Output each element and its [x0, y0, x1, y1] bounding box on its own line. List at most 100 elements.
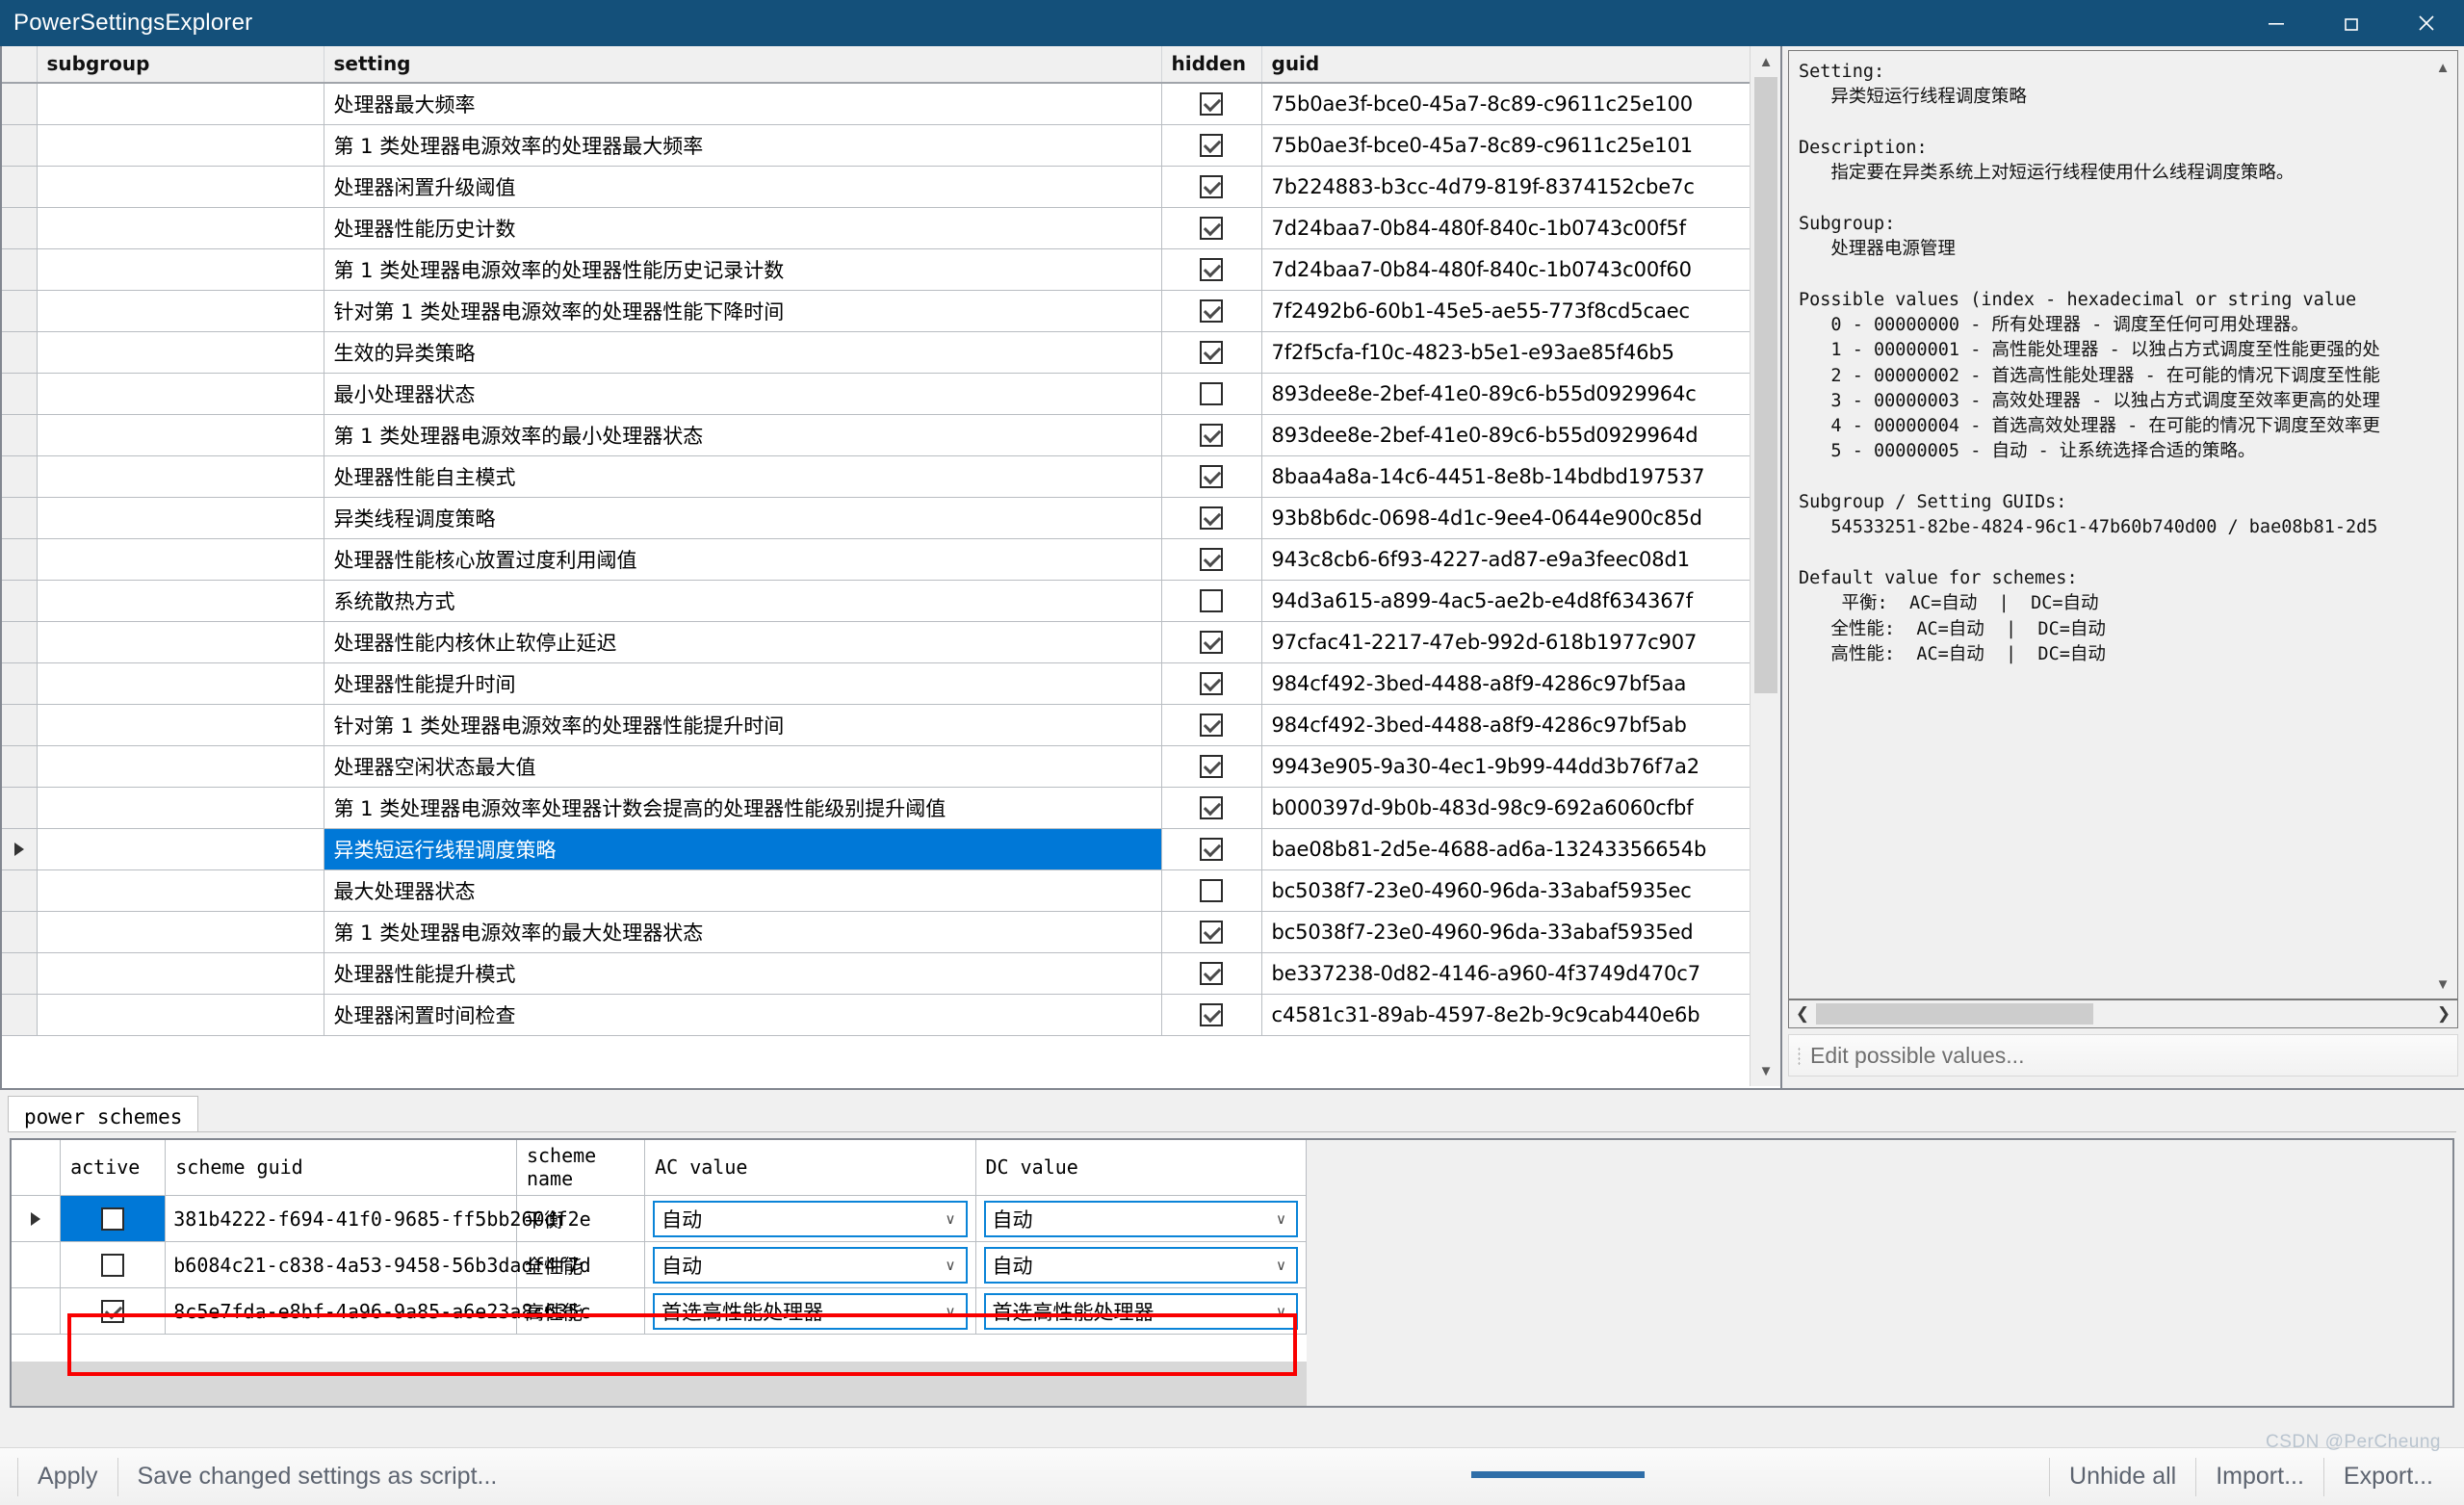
cell-guid[interactable]: be337238-0d82-4146-a960-4f3749d470c7 [1261, 952, 1750, 994]
hidden-checkbox[interactable] [1200, 672, 1223, 695]
settings-row[interactable]: 处理器性能提升模式 be337238-0d82-4146-a960-4f3749d… [2, 952, 1750, 994]
settings-row[interactable]: 处理器最大频率75b0ae3f-bce0-45a7-8c89-c9611c25e… [2, 83, 1750, 124]
cell-subgroup[interactable] [37, 745, 324, 787]
row-selector-cell[interactable] [2, 331, 37, 373]
row-selector-cell[interactable] [2, 869, 37, 911]
cell-subgroup[interactable] [37, 207, 324, 248]
cell-hidden[interactable] [1161, 704, 1261, 745]
cell-subgroup[interactable] [37, 290, 324, 331]
cell-guid[interactable]: bc5038f7-23e0-4960-96da-33abaf5935ed [1261, 911, 1750, 952]
row-selector-cell[interactable] [2, 373, 37, 414]
scheme-ac-cell[interactable]: 首选高性能处理器∨ [645, 1288, 975, 1335]
scheme-row[interactable]: 381b4222-f694-41f0-9685-ff5bb260df2e平衡自动… [12, 1196, 1307, 1242]
settings-row[interactable]: 第 1 类处理器电源效率的处理器性能历史记录计数7d24baa7-0b84-48… [2, 248, 1750, 290]
settings-grid[interactable]: subgroup setting hidden guid 处理器最大频率75b0… [0, 46, 1782, 1090]
settings-row[interactable]: 针对第 1 类处理器电源效率的处理器性能下降时间 7f2492b6-60b1-45… [2, 290, 1750, 331]
cell-setting[interactable]: 处理器最大频率 [324, 83, 1161, 124]
hidden-checkbox[interactable] [1200, 382, 1223, 405]
cell-guid[interactable]: 7f2492b6-60b1-45e5-ae55-773f8cd5caec [1261, 290, 1750, 331]
scheme-ac-cell[interactable]: 自动∨ [645, 1242, 975, 1288]
cell-guid[interactable]: 97cfac41-2217-47eb-992d-618b1977c907 [1261, 621, 1750, 662]
cell-subgroup[interactable] [37, 869, 324, 911]
scheme-ac-cell[interactable]: 自动∨ [645, 1196, 975, 1242]
cell-hidden[interactable] [1161, 745, 1261, 787]
detail-scroll-up-icon[interactable]: ▲ [2429, 52, 2456, 83]
cell-setting[interactable]: 处理器性能自主模式 [324, 455, 1161, 497]
cell-setting[interactable]: 处理器闲置升级阈值 [324, 166, 1161, 207]
cell-hidden[interactable] [1161, 166, 1261, 207]
cell-hidden[interactable] [1161, 331, 1261, 373]
cell-setting[interactable]: 处理器性能内核休止软停止延迟 [324, 621, 1161, 662]
scheme-dc-dropdown[interactable]: 首选高性能处理器∨ [984, 1293, 1298, 1330]
hidden-checkbox[interactable] [1200, 1003, 1223, 1026]
cell-hidden[interactable] [1161, 207, 1261, 248]
cell-setting[interactable]: 第 1 类处理器电源效率处理器计数会提高的处理器性能级别提升阈值 [324, 787, 1161, 828]
row-selector-cell[interactable] [2, 166, 37, 207]
settings-row[interactable]: 第 1 类处理器电源效率的处理器最大频率75b0ae3f-bce0-45a7-8… [2, 124, 1750, 166]
tab-power-schemes[interactable]: power schemes [8, 1096, 198, 1136]
hidden-checkbox[interactable] [1200, 134, 1223, 157]
schemes-column-header-selector[interactable] [12, 1140, 61, 1196]
scheme-row-selector[interactable] [12, 1196, 61, 1242]
row-selector-cell[interactable] [2, 994, 37, 1035]
edit-possible-values-field[interactable]: Edit possible values... [1788, 1034, 2458, 1077]
scheme-dc-cell[interactable]: 自动∨ [975, 1242, 1306, 1288]
hidden-checkbox[interactable] [1200, 879, 1223, 902]
cell-hidden[interactable] [1161, 290, 1261, 331]
chevron-down-icon[interactable]: ∨ [1274, 1210, 1292, 1228]
settings-row[interactable]: 处理器空闲状态最大值9943e905-9a30-4ec1-9b99-44dd3b… [2, 745, 1750, 787]
hidden-checkbox[interactable] [1200, 921, 1223, 944]
cell-subgroup[interactable] [37, 331, 324, 373]
cell-subgroup[interactable] [37, 538, 324, 580]
cell-hidden[interactable] [1161, 373, 1261, 414]
chevron-down-icon[interactable]: ∨ [944, 1257, 962, 1274]
hidden-checkbox[interactable] [1200, 755, 1223, 778]
settings-row[interactable]: 处理器性能提升时间 984cf492-3bed-4488-a8f9-4286c97… [2, 662, 1750, 704]
cell-guid[interactable]: 93b8b6dc-0698-4d1c-9ee4-0644e900c85d [1261, 497, 1750, 538]
cell-guid[interactable]: 75b0ae3f-bce0-45a7-8c89-c9611c25e101 [1261, 124, 1750, 166]
scheme-active-cell[interactable] [61, 1196, 166, 1242]
column-header-guid[interactable]: guid [1261, 46, 1750, 83]
cell-subgroup[interactable] [37, 704, 324, 745]
row-selector-cell[interactable] [2, 455, 37, 497]
cell-subgroup[interactable] [37, 828, 324, 869]
scheme-ac-dropdown[interactable]: 首选高性能处理器∨ [653, 1293, 967, 1330]
cell-guid[interactable]: 7f2f5cfa-f10c-4823-b5e1-e93ae85f46b5 [1261, 331, 1750, 373]
hidden-checkbox[interactable] [1200, 796, 1223, 819]
cell-hidden[interactable] [1161, 787, 1261, 828]
row-selector-cell[interactable] [2, 745, 37, 787]
settings-row[interactable]: 针对第 1 类处理器电源效率的处理器性能提升时间984cf492-3bed-44… [2, 704, 1750, 745]
cell-setting[interactable]: 生效的异类策略 [324, 331, 1161, 373]
cell-hidden[interactable] [1161, 248, 1261, 290]
power-schemes-grid[interactable]: active scheme guid scheme name AC value … [10, 1138, 2454, 1408]
cell-guid[interactable]: 984cf492-3bed-4488-a8f9-4286c97bf5aa [1261, 662, 1750, 704]
cell-setting[interactable]: 处理器性能历史计数 [324, 207, 1161, 248]
detail-vscrollbar[interactable]: ▲ ▼ [2429, 52, 2456, 999]
cell-subgroup[interactable] [37, 994, 324, 1035]
hidden-checkbox[interactable] [1200, 589, 1223, 612]
cell-setting[interactable]: 处理器性能提升时间 [324, 662, 1161, 704]
cell-hidden[interactable] [1161, 414, 1261, 455]
row-selector-cell[interactable] [2, 828, 37, 869]
detail-scroll-down-icon[interactable]: ▼ [2429, 969, 2456, 999]
cell-subgroup[interactable] [37, 166, 324, 207]
scroll-down-icon[interactable]: ▼ [1751, 1055, 1781, 1086]
hidden-checkbox[interactable] [1200, 631, 1223, 654]
cell-setting[interactable]: 处理器性能提升模式 [324, 952, 1161, 994]
scheme-row-selector[interactable] [12, 1242, 61, 1288]
scheme-dc-cell[interactable]: 自动∨ [975, 1196, 1306, 1242]
hidden-checkbox[interactable] [1200, 424, 1223, 447]
cell-subgroup[interactable] [37, 621, 324, 662]
scheme-dc-dropdown[interactable]: 自动∨ [984, 1247, 1298, 1284]
chevron-down-icon[interactable]: ∨ [1274, 1303, 1292, 1320]
schemes-column-header-active[interactable]: active [61, 1140, 166, 1196]
cell-subgroup[interactable] [37, 248, 324, 290]
cell-hidden[interactable] [1161, 83, 1261, 124]
cell-setting[interactable]: 最小处理器状态 [324, 373, 1161, 414]
column-header-hidden[interactable]: hidden [1161, 46, 1261, 83]
cell-setting[interactable]: 针对第 1 类处理器电源效率的处理器性能下降时间 [324, 290, 1161, 331]
cell-subgroup[interactable] [37, 497, 324, 538]
cell-hidden[interactable] [1161, 455, 1261, 497]
cell-hidden[interactable] [1161, 621, 1261, 662]
cell-setting[interactable]: 处理器性能核心放置过度利用阈值 [324, 538, 1161, 580]
